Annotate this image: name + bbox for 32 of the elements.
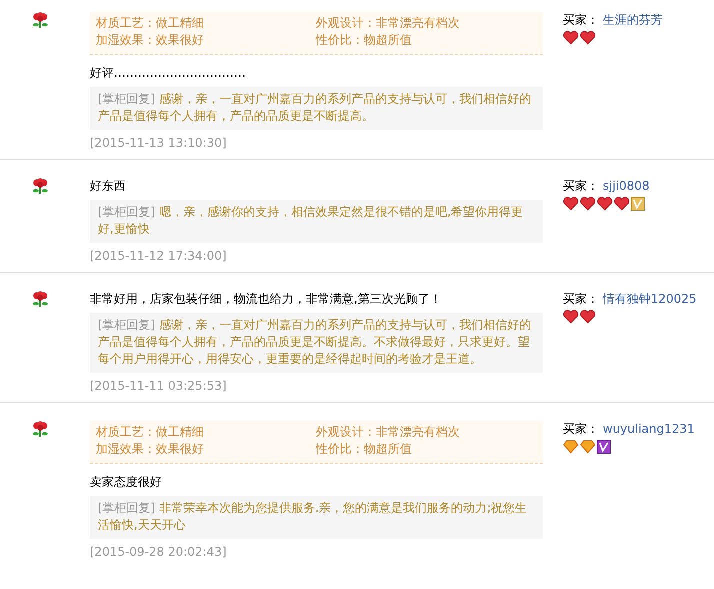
attribute-text: 性价比：物超所值	[316, 32, 413, 48]
review-comment: 卖家态度很好	[90, 474, 163, 490]
buyer-label: 买家：	[563, 421, 599, 437]
attribute-text: 加湿效果：效果很好	[96, 441, 205, 457]
review-date: [2015-11-11 03:25:53]	[90, 379, 228, 394]
buyer-link[interactable]: sjji0808	[603, 178, 650, 194]
attribute-text: 材质工艺：做工精细	[96, 424, 205, 440]
seller-reply: [掌柜回复] 感谢，亲，一直对广州嘉百力的系列产品的支持与认可，我们相信好的产品是值得每个人拥有，产品的品质更是不断提高。不求做得最好，只求更好。望每个用户用得开心，用得安心，更重要的是经得起时间的考验才是王道。	[90, 313, 543, 373]
review-comment: 非常好用，店家包装仔细，物流也给力，非常满意,第三次光顾了！	[90, 291, 443, 307]
attribute-text: 材质工艺：做工精细	[96, 15, 205, 31]
attribute-text: 外观设计：非常漂亮有档次	[316, 424, 461, 440]
attribute-text: 外观设计：非常漂亮有档次	[316, 15, 461, 31]
review-date: [2015-11-13 13:10:30]	[90, 136, 228, 151]
attribute-text: 加湿效果：效果很好	[96, 32, 205, 48]
seller-reply: [掌柜回复] 非常荣幸本次能为您提供服务.亲，您的满意是我们服务的动力;祝您生活愉快,天天开心	[90, 496, 543, 539]
seller-reply: [掌柜回复] 嗯，亲，感谢你的支持，相信效果定然是很不错的是吧,希望你用得更好,更愉快	[90, 200, 543, 243]
buyer-link[interactable]: wuyuliang1231	[603, 421, 695, 437]
buyer-label: 买家：	[563, 291, 599, 307]
buyer-label: 买家：	[563, 12, 599, 28]
review-comment: 好评……………………………	[90, 65, 247, 81]
attribute-text: 性价比：物超所值	[316, 441, 413, 457]
buyer-link[interactable]: 情有独钟120025	[603, 291, 697, 307]
review-date: [2015-11-12 17:34:00]	[90, 249, 228, 264]
rose-icon	[32, 421, 49, 438]
seller-reply: [掌柜回复] 感谢，亲，一直对广州嘉百力的系列产品的支持与认可，我们相信好的产品是值得每个人拥有，产品的品质更是不断提高。	[90, 87, 543, 130]
review-comment: 好东西	[90, 178, 127, 194]
buyer-label: 买家：	[563, 178, 599, 194]
rose-icon	[32, 12, 49, 29]
rose-icon	[32, 291, 49, 308]
rose-icon	[32, 178, 49, 195]
buyer-link[interactable]: 生涯的芬芳	[603, 12, 663, 28]
review-date: [2015-09-28 20:02:43]	[90, 545, 228, 560]
